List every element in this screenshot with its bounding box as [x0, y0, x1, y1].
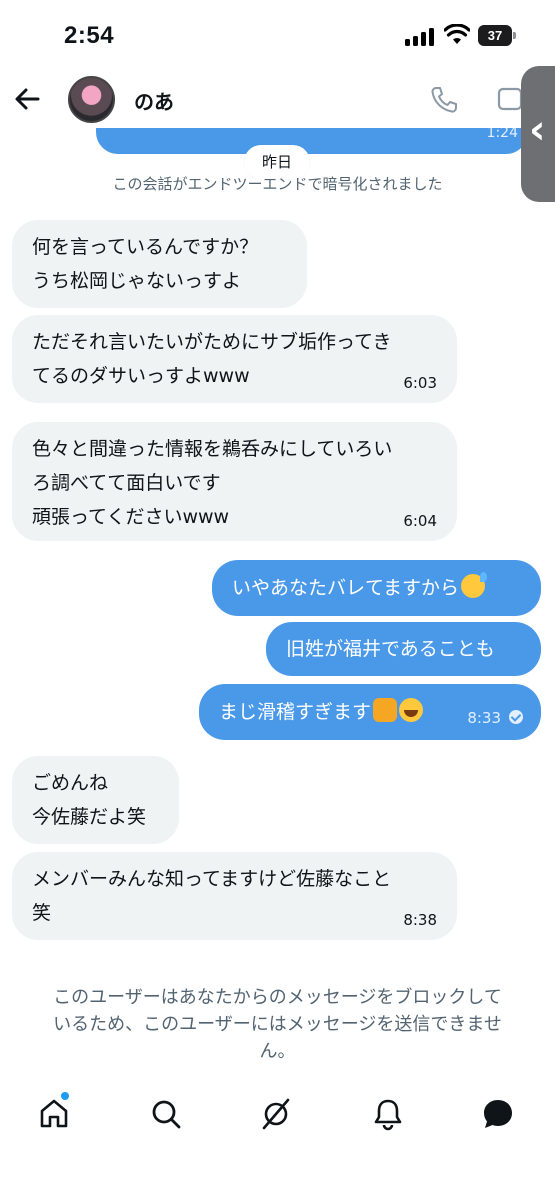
- message-time: 8:33: [467, 709, 501, 727]
- message-bubble-incoming[interactable]: 何を言っているんですか？ うち松岡じゃないっすよ: [12, 220, 307, 308]
- message-line: 今佐藤だよ笑: [32, 806, 147, 828]
- message-line: うち松岡じゃないっすよ: [32, 270, 242, 292]
- message-line: 何を言っているんですか？: [32, 236, 259, 258]
- message-line: 笑: [32, 902, 52, 924]
- phone-call-icon[interactable]: [428, 84, 460, 116]
- message-line: 頑張ってくださいwww: [32, 506, 230, 528]
- avatar[interactable]: [68, 76, 115, 123]
- message-line: ろ調べてて面白いです: [32, 472, 221, 494]
- message-time: 6:04: [403, 512, 437, 530]
- grok-icon[interactable]: [258, 1096, 294, 1132]
- message-line: ただそれ言いたいがためにサブ垢作ってき: [32, 331, 392, 353]
- status-time: 2:54: [64, 22, 115, 49]
- message-text: まじ滑稽すぎます: [219, 701, 372, 723]
- read-receipt-icon: [509, 710, 523, 724]
- joy-emoji-icon: [399, 698, 424, 722]
- encryption-notice: この会話がエンドツーエンドで暗号化されました: [112, 175, 443, 193]
- message-bubble-outgoing[interactable]: いやあなたバレてますから: [212, 560, 541, 616]
- blocked-notice-line: ん。: [259, 1041, 296, 1062]
- conversation-header: のあ: [0, 70, 555, 128]
- fist-emoji-icon: [373, 698, 398, 722]
- message-time: 8:38: [403, 911, 437, 929]
- blocked-notice-line: いるため、このユーザーにはメッセージを送信できませ: [53, 1014, 502, 1035]
- message-line: ごめんね: [32, 772, 109, 794]
- message-text: いやあなたバレてますから: [232, 577, 460, 599]
- contact-name[interactable]: のあ: [134, 86, 174, 115]
- wifi-icon: [444, 24, 470, 44]
- battery-level: 37: [478, 25, 512, 46]
- bottom-navigation: [0, 1082, 555, 1152]
- message-bubble-outgoing[interactable]: まじ滑稽すぎます 8:33: [199, 684, 541, 740]
- messages-icon[interactable]: [480, 1096, 516, 1132]
- blocked-notice-line: このユーザーはあなたからのメッセージをブロックして: [53, 987, 502, 1008]
- message-bubble-incoming[interactable]: ただそれ言いたいがためにサブ垢作ってき てるのダサいっすよwww 6:03: [12, 315, 457, 403]
- home-icon[interactable]: [36, 1096, 72, 1132]
- message-bubble-incoming[interactable]: ごめんね 今佐藤だよ笑: [12, 756, 179, 844]
- chevron-left-icon: ‹: [529, 107, 546, 153]
- cellular-signal-icon: [405, 28, 435, 46]
- search-icon[interactable]: [148, 1096, 184, 1132]
- message-text: 旧姓が福井であることも: [286, 638, 495, 660]
- message-line: てるのダサいっすよwww: [32, 365, 250, 387]
- notification-dot: [61, 1092, 69, 1100]
- notifications-bell-icon[interactable]: [370, 1096, 406, 1132]
- back-arrow-icon[interactable]: [10, 82, 44, 116]
- sweat-smile-emoji-icon: [461, 572, 488, 598]
- message-line: メンバーみんな知ってますけど佐藤なこと: [32, 868, 392, 890]
- battery-icon: 37: [478, 25, 516, 46]
- message-bubble-incoming[interactable]: メンバーみんな知ってますけど佐藤なこと 笑 8:38: [12, 852, 457, 940]
- message-bubble-incoming[interactable]: 色々と間違った情報を鵜呑みにしていろい ろ調べてて面白いです 頑張ってくださいw…: [12, 422, 457, 541]
- side-panel-handle[interactable]: ‹: [521, 66, 555, 202]
- message-time: 6:03: [403, 374, 437, 392]
- message-line: 色々と間違った情報を鵜呑みにしていろい: [32, 438, 393, 460]
- status-bar: 2:54 37: [0, 0, 555, 70]
- message-bubble-outgoing[interactable]: 旧姓が福井であることも: [266, 622, 541, 676]
- blocked-notice: このユーザーはあなたからのメッセージをブロックして いるため、このユーザーにはメ…: [22, 984, 533, 1065]
